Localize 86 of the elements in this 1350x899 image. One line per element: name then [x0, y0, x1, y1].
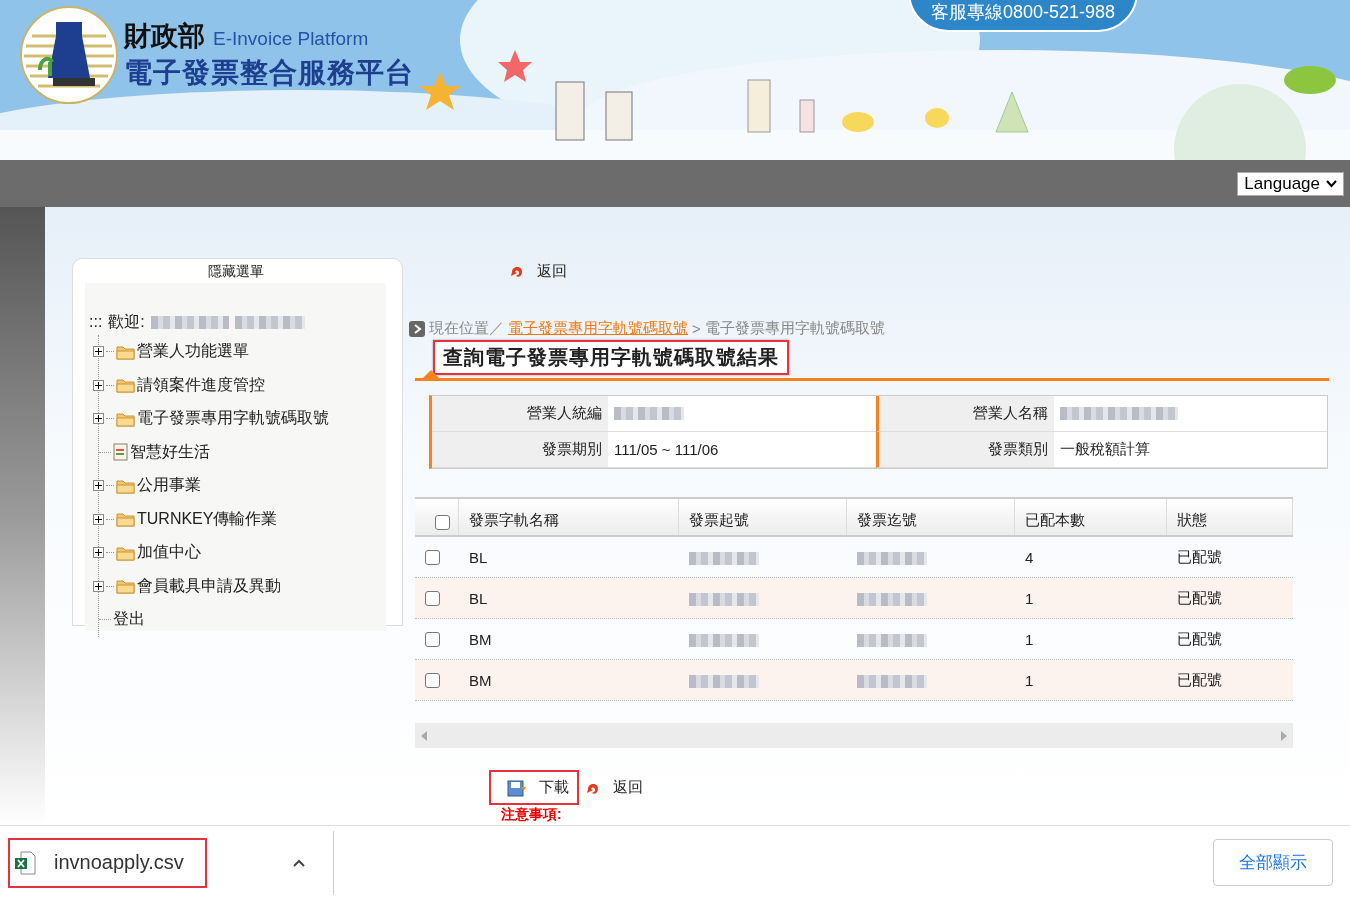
redacted-mark [614, 407, 684, 420]
menu-item[interactable]: 會員載具申請及異動 [137, 575, 281, 597]
field-value: 111/05 ~ 111/06 [608, 432, 876, 468]
menu-item[interactable]: 智慧好生活 [130, 441, 210, 463]
checkbox[interactable] [425, 590, 440, 606]
field-label: 營業人統編 [432, 396, 608, 432]
breadcrumb-label: 現在位置／ [429, 319, 504, 338]
save-icon [507, 778, 527, 797]
table-cell-text: BL [468, 548, 489, 566]
caret-up-icon[interactable] [293, 858, 305, 867]
folder-icon [116, 477, 135, 494]
redacted-mark [234, 315, 305, 329]
folder-icon [116, 377, 135, 394]
folder-icon [116, 511, 135, 528]
column-header: 狀態 [1167, 499, 1293, 535]
checkbox[interactable] [425, 549, 440, 565]
column-header: 發票迄號 [847, 499, 1015, 535]
menu-item[interactable]: 加值中心 [137, 542, 201, 564]
redacted-mark [689, 634, 759, 648]
spreadsheet-file-icon [14, 850, 36, 875]
column-header: 發票字軌名稱 [459, 499, 679, 535]
folder-icon [116, 544, 135, 561]
expand-icon[interactable] [93, 413, 104, 425]
back-link[interactable]: 返回 [613, 778, 643, 797]
breadcrumb-separator: > [692, 320, 701, 337]
hotline-badge: 客服專線0800-521-988 [908, 0, 1138, 32]
menu-item[interactable]: 請領案件進度管控 [137, 374, 265, 396]
folder-icon [116, 578, 135, 595]
welcome-marker: ::: [89, 313, 103, 331]
checkbox[interactable] [425, 631, 440, 647]
redacted-mark [857, 593, 927, 607]
menu-item[interactable]: 公用事業 [137, 475, 201, 497]
menu-item[interactable]: 營業人功能選單 [137, 341, 249, 363]
logo-icon [20, 6, 118, 104]
menu-item[interactable]: 電子發票專用字軌號碼取號 [137, 408, 329, 430]
download-button[interactable]: 下載 [489, 770, 579, 805]
page-title: 查詢電子發票專用字軌號碼取號結果 [433, 340, 789, 375]
field-label: 營業人名稱 [876, 396, 1054, 432]
checkbox[interactable] [435, 515, 450, 530]
back-link[interactable]: 返回 [537, 261, 567, 281]
welcome-label: 歡迎: [108, 311, 145, 332]
menu-item[interactable]: TURNKEY傳輸作業 [137, 508, 278, 530]
table-cell-text: 已配號 [1176, 670, 1223, 690]
redacted-mark [689, 552, 759, 566]
expand-icon[interactable] [93, 480, 104, 492]
menu-item[interactable]: 登出 [113, 609, 145, 631]
language-select[interactable]: Language [1237, 171, 1344, 196]
breadcrumb-current: 電子發票專用字軌號碼取號 [704, 319, 885, 338]
redacted-mark [689, 593, 759, 607]
redacted-mark [689, 675, 759, 689]
file-name: invnoapply.csv [54, 851, 184, 874]
table-cell-text: 已配號 [1176, 588, 1223, 608]
chevron-down-icon [1326, 179, 1337, 188]
folder-icon [116, 343, 135, 360]
field-label: 發票期別 [432, 432, 608, 468]
document-icon [113, 443, 128, 462]
table-cell-text: BM [468, 671, 493, 689]
expand-icon[interactable] [93, 580, 104, 592]
redacted-mark [857, 552, 927, 566]
show-all-button[interactable]: 全部顯示 [1213, 839, 1333, 886]
logo-title: 財政部 [124, 21, 205, 51]
field-label: 發票類別 [876, 432, 1054, 468]
expand-icon[interactable] [93, 513, 104, 525]
table-cell-text: BL [468, 589, 489, 607]
table-cell-text: BM [468, 630, 493, 648]
field-value: 一般稅額計算 [1054, 432, 1327, 468]
notice-heading: 注意事項: [501, 806, 562, 822]
redacted-mark [857, 675, 927, 689]
logo-subtitle: E-Invoice Platform [213, 28, 369, 49]
expand-icon[interactable] [93, 547, 104, 559]
hide-menu-link[interactable]: 隱藏選單 [85, 259, 386, 283]
redacted-mark [857, 634, 927, 648]
table-cell-text: 已配號 [1176, 629, 1223, 649]
table-cell-text: 4 [1024, 548, 1035, 566]
table-cell-text: 已配號 [1176, 547, 1223, 567]
expand-icon[interactable] [93, 346, 104, 358]
column-header: 已配本數 [1015, 499, 1167, 535]
folder-icon [116, 410, 135, 427]
expand-icon[interactable] [93, 379, 104, 391]
table-cell-text: 1 [1024, 589, 1035, 607]
column-header: 發票起號 [679, 499, 847, 535]
downloaded-file-item[interactable]: invnoapply.csv [8, 837, 207, 888]
table-cell-text: 1 [1024, 630, 1035, 648]
site-name: 電子發票整合服務平台 [124, 56, 414, 90]
checkbox[interactable] [425, 672, 440, 688]
table-cell-text: 1 [1024, 671, 1035, 689]
